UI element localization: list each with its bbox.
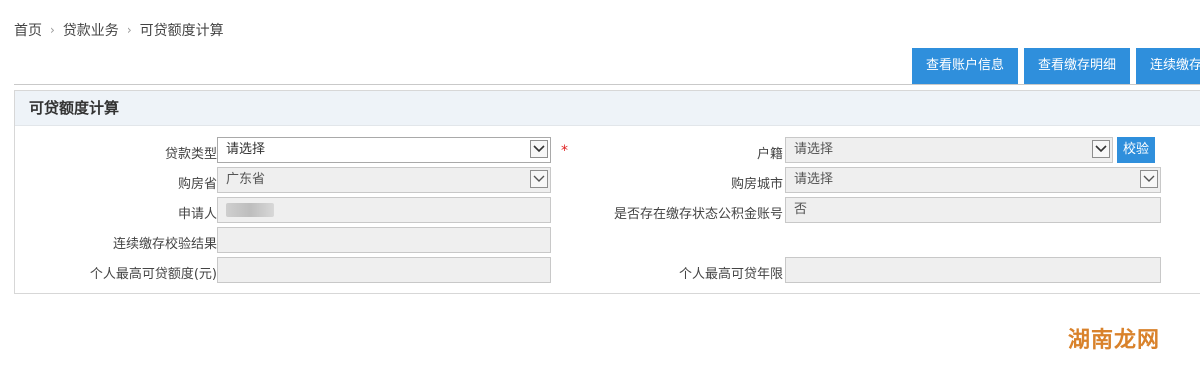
city-label: 购房城市: [730, 177, 783, 192]
applicant-label: 申请人: [177, 207, 217, 222]
city-value: 请选择: [794, 172, 834, 187]
view-account-button[interactable]: 查看账户信息: [911, 48, 1018, 84]
check-button[interactable]: 校验: [1117, 137, 1156, 163]
continuous-result-field[interactable]: [217, 227, 551, 253]
max-term-label: 个人最高可贷年限: [678, 267, 783, 282]
city-select[interactable]: 请选择: [785, 167, 1161, 193]
redacted-name: [226, 203, 274, 217]
toolbar: 查看账户信息 查看缴存明细 连续缴存: [906, 48, 1200, 84]
max-amount-label: 个人最高可贷额度(元): [89, 267, 217, 282]
chevron-down-icon: [530, 170, 548, 188]
fund-account-field[interactable]: 否: [785, 197, 1161, 223]
view-deposit-button[interactable]: 查看缴存明细: [1023, 48, 1130, 84]
loan-type-label: 贷款类型: [164, 147, 217, 162]
hukou-select[interactable]: 请选择: [785, 137, 1113, 163]
continuous-deposit-button[interactable]: 连续缴存: [1136, 48, 1200, 84]
max-amount-field[interactable]: [217, 257, 551, 283]
province-label: 购房省: [177, 177, 217, 192]
watermark-logo: 湖南龙网: [1068, 328, 1161, 353]
chevron-down-icon: [1140, 170, 1158, 188]
fund-account-label: 是否存在缴存状态公积金账号: [613, 207, 783, 222]
applicant-field[interactable]: [217, 197, 551, 223]
chevron-down-icon: [530, 140, 548, 158]
loan-calc-panel: 可贷额度计算 贷款类型 请选择 * 户籍 请选择 校验 购房省 广东省 购房城市…: [14, 90, 1200, 294]
max-term-field[interactable]: [785, 257, 1161, 283]
breadcrumb: 首页 › 贷款业务 › 可贷额度计算: [14, 18, 224, 42]
loan-type-select[interactable]: 请选择: [217, 137, 551, 163]
breadcrumb-separator: ›: [126, 23, 132, 37]
hukou-label: 户籍: [756, 147, 783, 162]
province-value: 广东省: [226, 172, 266, 187]
fund-account-value: 否: [794, 202, 808, 217]
required-mark: *: [561, 143, 568, 159]
breadcrumb-separator: ›: [50, 23, 55, 37]
chevron-down-icon: [1092, 140, 1110, 158]
panel-title: 可贷额度计算: [15, 91, 1200, 126]
hukou-value: 请选择: [794, 142, 834, 157]
breadcrumb-home[interactable]: 首页: [14, 20, 42, 40]
continuous-result-label: 连续缴存校验结果: [112, 237, 217, 252]
province-select[interactable]: 广东省: [217, 167, 551, 193]
breadcrumb-section[interactable]: 贷款业务: [63, 20, 119, 40]
toolbar-divider: [14, 84, 1200, 85]
loan-type-value: 请选择: [226, 142, 266, 157]
breadcrumb-current: 可贷额度计算: [139, 23, 224, 39]
